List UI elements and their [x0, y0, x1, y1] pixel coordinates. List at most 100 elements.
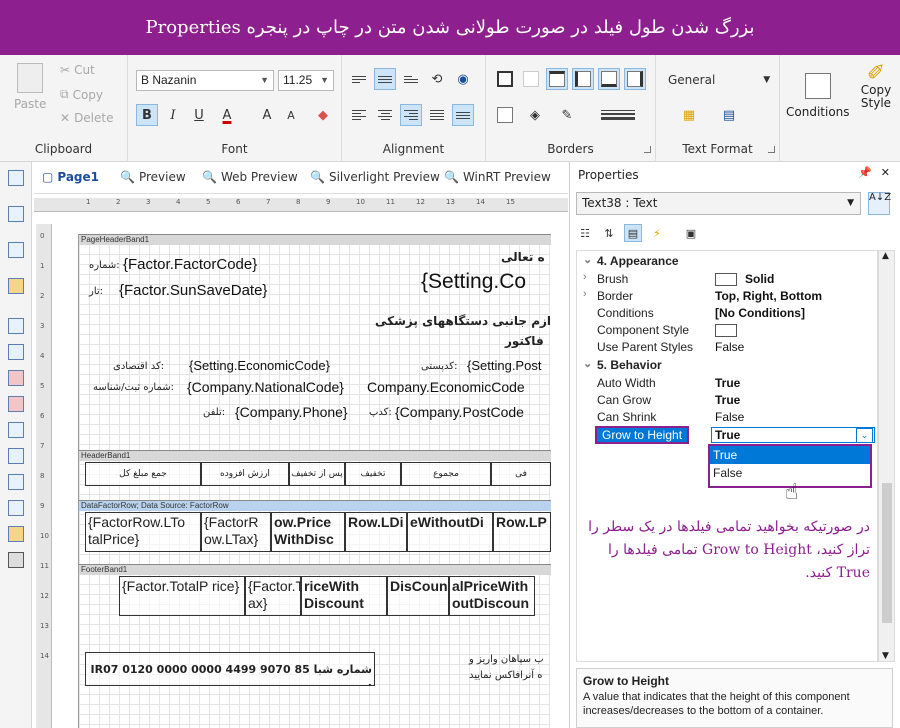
tab-silverlight-preview[interactable]: 🔍 Silverlight Preview	[310, 170, 440, 184]
property-use-parent-styles[interactable]: Use Parent Styles False	[577, 339, 879, 356]
border-bottom-button[interactable]	[598, 68, 620, 90]
format-select[interactable]: General ▼	[668, 73, 770, 87]
sort-alphabetical-button[interactable]: A↓Z	[868, 192, 891, 215]
data-cell-without-discount[interactable]: eWithoutDi	[407, 512, 493, 552]
font-family-select[interactable]: B Nazanin ▼	[136, 70, 274, 91]
footer-cell-discount[interactable]: DisCoun	[387, 576, 449, 616]
company-phone-field[interactable]: {Company.Phone}	[235, 404, 348, 420]
property-grid-scrollbar[interactable]: ▲ ▼	[878, 250, 895, 662]
rich-text-icon[interactable]	[8, 344, 24, 360]
company-economic-field[interactable]: Company.EconomicCode	[367, 379, 525, 395]
align-top-button[interactable]	[348, 68, 370, 90]
align-left-button[interactable]	[348, 104, 370, 126]
property-component-style[interactable]: Component Style	[577, 322, 879, 339]
underline-button[interactable]: U	[188, 104, 210, 126]
border-top-button[interactable]	[546, 68, 568, 90]
property-pages-icon[interactable]: ▣	[682, 224, 700, 242]
company-post-field[interactable]: {Company.PostCode	[395, 404, 524, 420]
footer-cell-tax[interactable]: {Factor.T ax}	[245, 576, 301, 616]
grow-font-button[interactable]: A	[256, 104, 278, 126]
scroll-down-icon[interactable]: ▼	[882, 651, 889, 661]
option-true[interactable]: True	[710, 446, 870, 464]
border-all-button[interactable]	[494, 68, 516, 90]
property-can-shrink[interactable]: Can Shrink False	[577, 409, 879, 426]
economic-code-field[interactable]: {Setting.EconomicCode}	[189, 358, 330, 373]
property-border[interactable]: › Border Top, Right, Bottom	[577, 288, 879, 305]
conditions-button[interactable]: Conditions	[786, 73, 850, 119]
footer-cell-total-price[interactable]: {Factor.TotalP rice}	[119, 576, 245, 616]
shape-icon[interactable]	[8, 370, 24, 386]
copy-style-button[interactable]: ✐ Copy Style	[858, 63, 894, 110]
scrollbar-thumb[interactable]	[882, 483, 892, 623]
property-grow-to-height[interactable]: Grow to Height True ⌄	[577, 426, 879, 444]
header-cell-vat[interactable]: ارزش افزوده	[201, 462, 289, 486]
line-style-icon[interactable]	[596, 104, 640, 126]
data-cell-lp[interactable]: Row.LP	[493, 512, 551, 552]
align-bottom-button[interactable]	[400, 68, 422, 90]
font-color-button[interactable]: A	[216, 104, 238, 126]
data-cell-ltotal-price[interactable]: {FactorRow.LTo talPrice}	[85, 512, 201, 552]
property-brush[interactable]: › Brush Solid	[577, 271, 879, 288]
report-page[interactable]: PageHeaderBand1 {Factor.FactorCode} :شما…	[78, 234, 551, 728]
panel-icon[interactable]	[8, 396, 24, 412]
footer-cell-price-without-discount[interactable]: alPriceWith outDiscoun	[449, 576, 535, 616]
picture-icon[interactable]	[8, 526, 24, 542]
delete-button[interactable]: ✕ Delete	[60, 111, 114, 125]
header-cell-grand-total[interactable]: جمع مبلغ کل	[85, 462, 201, 486]
font-size-select[interactable]: 11.25 ▼	[278, 70, 334, 91]
save-date-field[interactable]: {Factor.SunSaveDate}	[119, 282, 267, 299]
header-band[interactable]: HeaderBand1	[79, 450, 551, 461]
shaba-field[interactable]: شماره شبا IR07 0120 0000 0000 4499 9070 …	[85, 652, 375, 686]
expand-icon[interactable]: ›	[583, 271, 587, 283]
properties-view-icon[interactable]: ▤	[624, 224, 642, 242]
text-icon[interactable]	[8, 318, 24, 334]
border-style-button[interactable]	[494, 104, 516, 126]
table-icon[interactable]	[8, 422, 24, 438]
align-middle-button[interactable]	[374, 68, 396, 90]
post-code-setting-field[interactable]: {Setting.Post	[467, 358, 541, 373]
cut-button[interactable]: ✂ Cut	[60, 63, 95, 77]
sort-icon[interactable]: ⇅	[600, 224, 618, 242]
category-behavior[interactable]: ⌄ 5. Behavior	[577, 357, 879, 374]
property-auto-width[interactable]: Auto Width True	[577, 375, 879, 392]
image-icon[interactable]	[8, 278, 24, 294]
eraser-icon[interactable]: ◆	[312, 104, 334, 126]
header-cell-discount[interactable]: تخفیف	[345, 462, 401, 486]
tools-icon[interactable]	[8, 552, 24, 568]
collapse-icon[interactable]: ⌄	[583, 357, 592, 370]
data-band-icon[interactable]	[8, 206, 24, 222]
data-cell-ldi[interactable]: Row.LDi	[345, 512, 407, 552]
italic-button[interactable]: I	[162, 104, 184, 126]
text-format-launcher-icon[interactable]	[768, 146, 775, 153]
object-selector[interactable]: Text38 : Text ▼	[576, 192, 861, 215]
category-appearance[interactable]: ⌄ 4. Appearance	[577, 253, 879, 270]
align-center-button[interactable]	[374, 104, 396, 126]
border-none-button[interactable]	[520, 68, 542, 90]
factor-code-field[interactable]: {Factor.FactorCode}	[123, 256, 257, 273]
setting-company-field[interactable]: {Setting.Co	[421, 270, 526, 294]
paste-button[interactable]: Paste	[14, 63, 46, 111]
justify-button[interactable]	[426, 104, 448, 126]
header-cell-price[interactable]: فی	[491, 462, 551, 486]
group-band-icon[interactable]	[8, 242, 24, 258]
pin-icon[interactable]: 📌	[858, 166, 872, 179]
wrap-text-button[interactable]	[452, 104, 474, 126]
categorized-icon[interactable]: ☷	[576, 224, 594, 242]
tab-preview[interactable]: 🔍 Preview	[120, 170, 186, 184]
tab-winrt-preview[interactable]: 🔍 WinRT Preview	[444, 170, 551, 184]
chevron-down-icon[interactable]: ⌄	[856, 428, 873, 443]
shrink-font-button[interactable]: A	[280, 104, 302, 126]
close-icon[interactable]: ✕	[881, 166, 890, 179]
chart-icon[interactable]	[8, 448, 24, 464]
property-conditions[interactable]: Conditions [No Conditions]	[577, 305, 879, 322]
scroll-up-icon[interactable]: ▲	[882, 251, 889, 261]
rotate-text-icon[interactable]: ⟲	[426, 68, 448, 90]
bold-button[interactable]: B	[136, 104, 158, 126]
expand-icon[interactable]: ›	[583, 288, 587, 300]
tab-web-preview[interactable]: 🔍 Web Preview	[202, 170, 298, 184]
page-header-band[interactable]: PageHeaderBand1	[79, 234, 551, 245]
fill-color-icon[interactable]: ◈	[524, 104, 546, 126]
barcode-icon[interactable]	[8, 474, 24, 490]
border-color-icon[interactable]: ✎	[556, 104, 578, 126]
zipcode-icon[interactable]	[8, 500, 24, 516]
